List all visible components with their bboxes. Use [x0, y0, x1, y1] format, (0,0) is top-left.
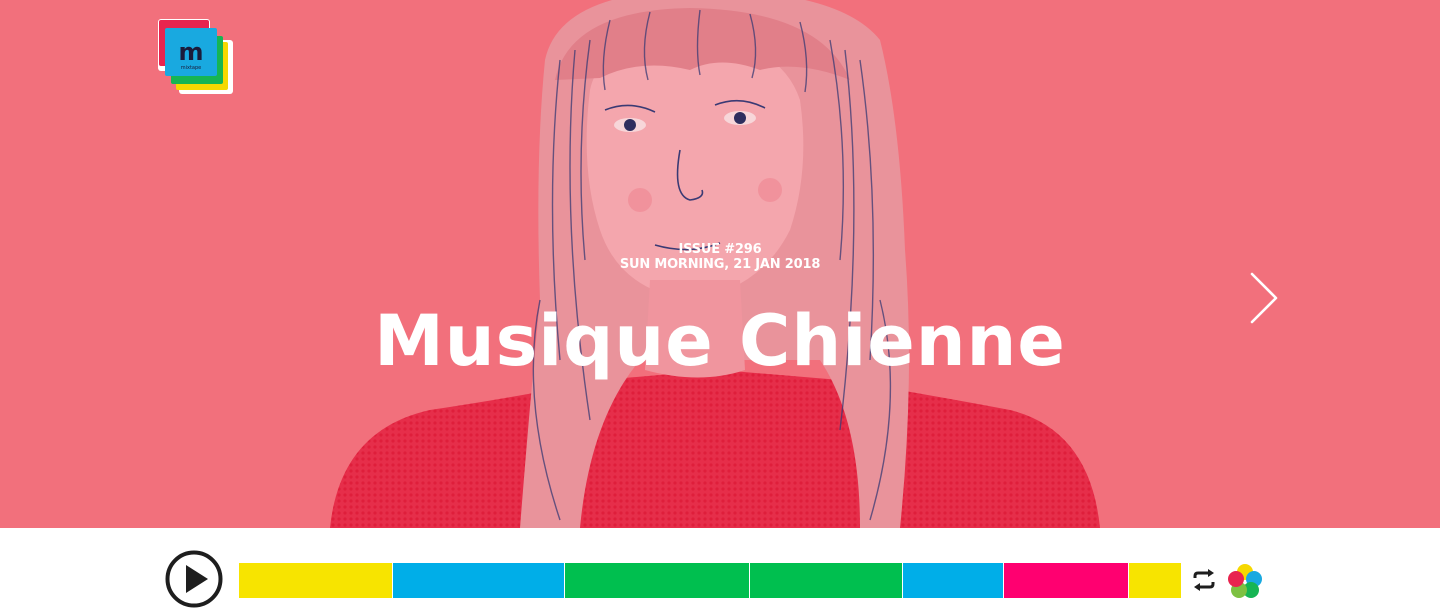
repeat-icon[interactable]: [1191, 568, 1217, 592]
track-segment[interactable]: [564, 563, 751, 598]
mixtape-title: Musique Chienne: [374, 300, 1066, 382]
track-segment[interactable]: [239, 563, 394, 598]
track-segment[interactable]: [1129, 563, 1181, 598]
logo-caption: mixtape: [181, 65, 202, 71]
track-progress-bar[interactable]: [239, 563, 1181, 598]
track-segment[interactable]: [750, 563, 904, 598]
logo-letter: m: [178, 38, 203, 66]
issue-date: SUN MORNING, 21 JAN 2018: [619, 257, 821, 272]
issue-meta: ISSUE #296 SUN MORNING, 21 JAN 2018: [0, 242, 1440, 272]
track-segment[interactable]: [393, 563, 565, 598]
flower-icon[interactable]: [1227, 563, 1263, 599]
track-segment[interactable]: [903, 563, 1004, 598]
audio-player: [0, 528, 1440, 611]
track-segment[interactable]: [1003, 563, 1130, 598]
mixtape-logo[interactable]: m mixtape: [155, 16, 237, 98]
play-icon[interactable]: [165, 550, 223, 608]
hero-banner: m mixtape ISSUE #296 SUN MORNING, 21 JAN…: [0, 0, 1440, 528]
issue-number: ISSUE #296: [678, 242, 762, 257]
chevron-right-icon[interactable]: [1244, 268, 1284, 328]
